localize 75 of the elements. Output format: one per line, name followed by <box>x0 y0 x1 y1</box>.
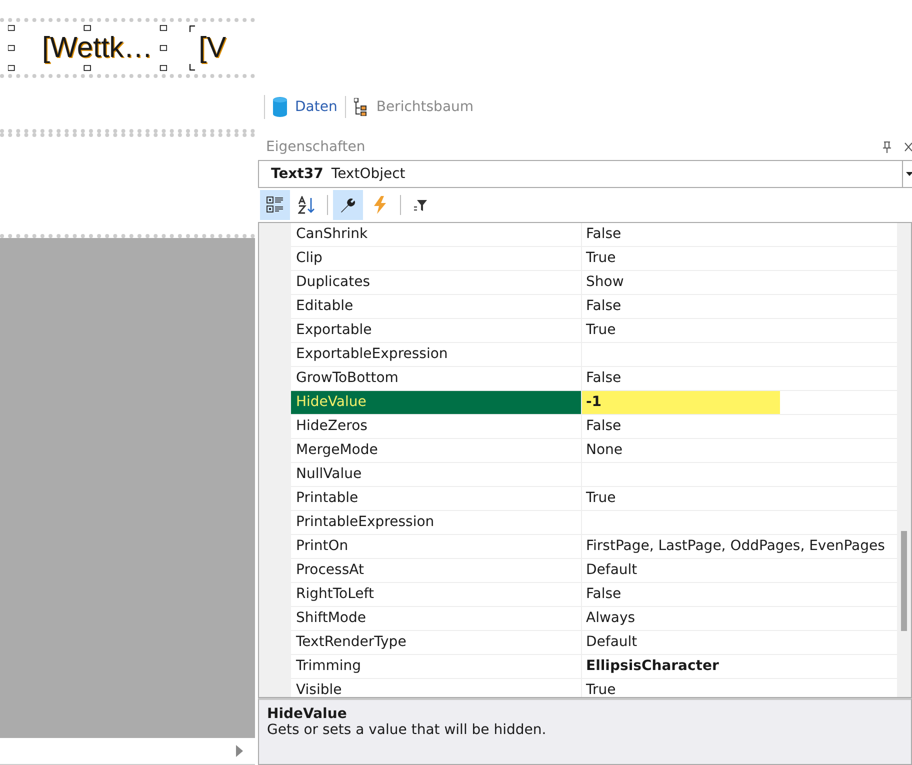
description-text: Gets or sets a value that will be hidden. <box>267 722 548 738</box>
pin-icon[interactable] <box>882 141 892 153</box>
property-value[interactable]: None <box>582 439 627 462</box>
property-name: CanShrink <box>291 223 582 246</box>
property-value[interactable]: True <box>582 319 620 342</box>
property-value[interactable]: False <box>582 583 626 606</box>
property-name: ProcessAt <box>291 559 582 582</box>
property-value[interactable]: Always <box>582 607 640 630</box>
property-value[interactable]: False <box>582 295 626 318</box>
property-value[interactable]: False <box>582 223 626 246</box>
property-row[interactable]: HideZeros False <box>291 415 897 439</box>
property-name: ExportableExpression <box>291 343 582 366</box>
property-value[interactable]: EllipsisCharacter <box>582 655 723 678</box>
property-row[interactable]: ExportableExpression <box>291 343 897 367</box>
text-object[interactable]: [Wettk… <box>8 24 167 72</box>
toolbar-button[interactable] <box>333 190 363 220</box>
panel-tab[interactable]: Berichtsbaum <box>345 96 482 118</box>
property-value[interactable]: Default <box>582 559 642 582</box>
property-row[interactable]: MergeMode None <box>291 439 897 463</box>
property-row[interactable]: RightToLeft False <box>291 583 897 607</box>
property-value[interactable]: False <box>582 415 626 438</box>
property-name: PrintOn <box>291 535 582 558</box>
property-value[interactable]: True <box>582 679 620 697</box>
property-name: HideValue <box>291 391 582 414</box>
property-name: GrowToBottom <box>291 367 582 390</box>
wrench-icon <box>339 196 357 214</box>
property-value[interactable]: FirstPage, LastPage, OddPages, EvenPages <box>582 535 889 558</box>
property-name: MergeMode <box>291 439 582 462</box>
property-row[interactable]: Printable True <box>291 487 897 511</box>
property-row[interactable]: HideValue -1 <box>291 391 897 415</box>
object-selector[interactable]: Text37 TextObject <box>258 160 912 188</box>
property-value[interactable]: True <box>582 247 620 270</box>
property-value[interactable]: -1 <box>582 391 780 414</box>
property-name: TextRenderType <box>291 631 582 654</box>
panel-title: Eigenschaften <box>266 139 366 155</box>
property-name: Printable <box>291 487 582 510</box>
panel-tab[interactable]: Daten <box>264 95 346 119</box>
lightning-icon <box>373 196 387 214</box>
property-row[interactable]: Clip True <box>291 247 897 271</box>
property-value[interactable]: True <box>582 487 620 510</box>
property-row[interactable]: PrintableExpression <box>291 511 897 535</box>
property-row[interactable]: ProcessAt Default <box>291 559 897 583</box>
filter-icon <box>414 198 428 212</box>
property-row[interactable]: Editable False <box>291 295 897 319</box>
text-object[interactable]: [V <box>188 24 226 72</box>
sort-icon <box>298 196 316 214</box>
property-row[interactable]: TextRenderType Default <box>291 631 897 655</box>
property-row[interactable]: NullValue <box>291 463 897 487</box>
property-name: Clip <box>291 247 582 270</box>
property-name: NullValue <box>291 463 582 486</box>
property-row[interactable]: ShiftMode Always <box>291 607 897 631</box>
property-name: HideZeros <box>291 415 582 438</box>
property-row[interactable]: CanShrink False <box>291 223 897 247</box>
tree-icon <box>354 98 368 116</box>
property-row[interactable]: Duplicates Show <box>291 271 897 295</box>
property-row[interactable]: PrintOn FirstPage, LastPage, OddPages, EvenPages <box>291 535 897 559</box>
property-value[interactable]: Default <box>582 631 642 654</box>
property-name: ShiftMode <box>291 607 582 630</box>
database-icon <box>273 97 287 117</box>
property-name: Trimming <box>291 655 582 678</box>
property-name: Exportable <box>291 319 582 342</box>
categorized-list-icon <box>266 196 284 214</box>
property-row[interactable]: Exportable True <box>291 319 897 343</box>
dropdown-arrow-icon <box>906 172 912 176</box>
property-value[interactable]: False <box>582 367 626 390</box>
property-value[interactable]: Show <box>582 271 628 294</box>
toolbar-button[interactable] <box>260 190 290 220</box>
close-icon[interactable] <box>904 142 912 152</box>
property-row[interactable]: Trimming EllipsisCharacter <box>291 655 897 679</box>
property-name: Duplicates <box>291 271 582 294</box>
description-title: HideValue <box>267 706 348 722</box>
property-name: PrintableExpression <box>291 511 582 534</box>
scroll-right-icon[interactable] <box>236 745 243 757</box>
property-name: RightToLeft <box>291 583 582 606</box>
property-name: Editable <box>291 295 582 318</box>
